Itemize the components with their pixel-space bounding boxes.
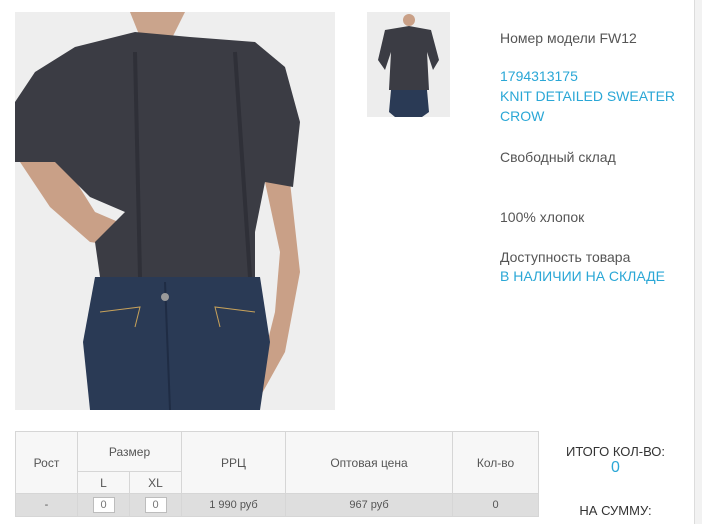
table-row: - 0 0 1 990 руб 967 руб 0 — [15, 493, 539, 517]
header-size-l: L — [77, 471, 130, 494]
totals-sum-block: НА СУММУ: — [548, 503, 683, 518]
cell-size-l: 0 — [77, 493, 130, 517]
header-rrp: РРЦ — [181, 431, 286, 494]
cell-height: - — [15, 493, 78, 517]
total-sum-label: НА СУММУ: — [579, 503, 652, 518]
header-quantity: Кол-во — [452, 431, 539, 494]
header-height: Рост — [15, 431, 78, 494]
order-table: Рост Размер РРЦ Оптовая цена Кол-во L XL… — [15, 431, 539, 517]
totals-block: ИТОГО КОЛ-ВО: 0 — [548, 444, 683, 477]
quantity-input-xl[interactable]: 0 — [144, 497, 167, 513]
header-size-xl: XL — [129, 471, 182, 494]
header-wholesale-price: Оптовая цена — [285, 431, 453, 494]
thumbnail-illustration — [367, 12, 450, 117]
header-size: Размер — [77, 431, 182, 472]
total-qty-label: ИТОГО КОЛ-ВО: — [565, 444, 666, 459]
cell-quantity: 0 — [452, 493, 539, 517]
cell-wholesale-price: 967 руб — [285, 493, 453, 517]
product-thumbnail[interactable] — [367, 12, 450, 117]
product-panel: Номер модели FW12 1794313175 KNIT DETAIL… — [0, 0, 695, 524]
product-main-image[interactable] — [15, 12, 335, 410]
model-number: Номер модели FW12 — [500, 30, 637, 46]
availability-label: Доступность товара — [500, 249, 631, 265]
model-photo-illustration — [15, 12, 335, 410]
sku-link[interactable]: 1794313175 — [500, 66, 578, 86]
availability-value: В НАЛИЧИИ НА СКЛАДЕ — [500, 268, 665, 284]
cell-rrp: 1 990 руб — [181, 493, 286, 517]
quantity-input-l[interactable]: 0 — [92, 497, 115, 513]
material-description: 100% хлопок — [500, 209, 585, 225]
total-qty-value: 0 — [611, 459, 620, 476]
product-name-link[interactable]: KNIT DETAILED SWEATER CROW — [500, 86, 685, 126]
cell-size-xl: 0 — [129, 493, 182, 517]
fit-description: Свободный склад — [500, 149, 616, 165]
